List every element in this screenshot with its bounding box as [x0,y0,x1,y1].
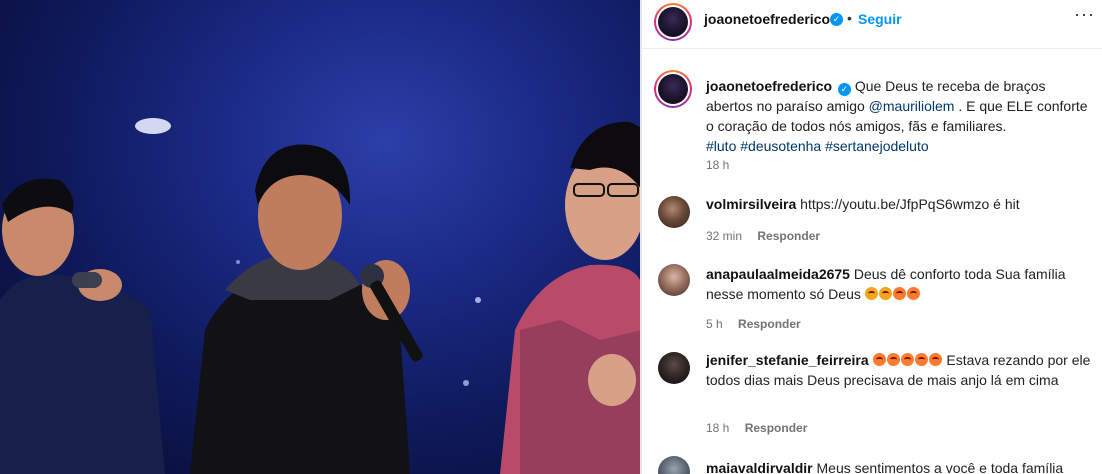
concert-scene [0,118,642,474]
follow-button[interactable]: Seguir [858,11,902,27]
comment-body: anapaulaalmeida2675 Deus dê conforto tod… [706,264,1094,304]
reply-button[interactable]: Responder [745,421,808,435]
sad-emoji-icon [892,287,906,300]
caption-author-avatar[interactable] [654,70,692,108]
caption-username[interactable]: joaonetoefrederico [706,78,832,94]
comment-meta: 32 min Responder [706,229,820,243]
comment-body: maiavaldirvaldir Meus sentimentos a você… [706,458,1094,474]
commenter-username[interactable]: anapaulaalmeida2675 [706,266,850,282]
crying-emoji-icon [878,287,892,300]
comment-meta: 5 h Responder [706,317,801,331]
singer-right [500,121,642,474]
reply-button[interactable]: Responder [757,229,820,243]
comment-body: jenifer_stefanie_feirreira Estava rezand… [706,350,1094,390]
sad-emoji-icon [928,353,942,366]
header-divider [642,48,1102,49]
singer-middle [190,144,423,474]
commenter-avatar[interactable] [658,196,690,228]
more-options-icon[interactable]: ··· [1074,4,1095,25]
verified-icon: ✓ [837,83,851,96]
reply-button[interactable]: Responder [738,317,801,331]
post-photo[interactable] [0,0,642,474]
crying-emoji-icon [864,287,878,300]
author-username[interactable]: joaonetoefrederico [704,11,830,27]
singer-left [0,178,165,474]
comment-timestamp[interactable]: 5 h [706,317,723,331]
sad-emoji-icon [914,353,928,366]
author-avatar[interactable] [654,3,692,41]
sad-emoji-icon [900,353,914,366]
comment-body: volmirsilveira https://youtu.be/JfpPqS6w… [706,194,1094,214]
commenter-username[interactable]: volmirsilveira [706,196,796,212]
comment-text: https://youtu.be/JfpPqS6wmzo é hit [800,196,1020,212]
commenter-avatar[interactable] [658,264,690,296]
commenter-username[interactable]: maiavaldirvaldir [706,460,813,474]
comment-timestamp[interactable]: 32 min [706,229,742,243]
sad-emoji-icon [872,353,886,366]
commenter-avatar[interactable] [658,352,690,384]
hashtag-link[interactable]: #deusotenha [740,138,821,154]
hashtag-link[interactable]: #sertanejodeluto [825,138,929,154]
comment-timestamp[interactable]: 18 h [706,421,729,435]
post-header: joaonetoefrederico ✓ • Seguir ··· [642,0,1102,66]
sad-emoji-icon [906,287,920,300]
mention-link[interactable]: @mauriliolem [869,98,955,114]
stage-light [463,380,469,386]
separator-dot: • [847,10,852,26]
comment-meta: 18 h Responder [706,421,807,435]
caption-timestamp[interactable]: 18 h [706,158,729,172]
comment-text: Meus sentimentos a você e toda família [816,460,1064,474]
commenter-username[interactable]: jenifer_stefanie_feirreira [706,352,869,368]
sad-emoji-icon [886,353,900,366]
stage-light [236,260,240,264]
stage-light [475,297,481,303]
hashtag-link[interactable]: #luto [706,138,736,154]
commenter-avatar[interactable] [658,456,690,474]
post-details-panel: joaonetoefrederico ✓ • Seguir ··· joaone… [642,0,1102,474]
stage-light [135,118,171,134]
verified-icon: ✓ [830,13,843,26]
post-caption: joaonetoefrederico ✓ Que Deus te receba … [706,76,1094,156]
